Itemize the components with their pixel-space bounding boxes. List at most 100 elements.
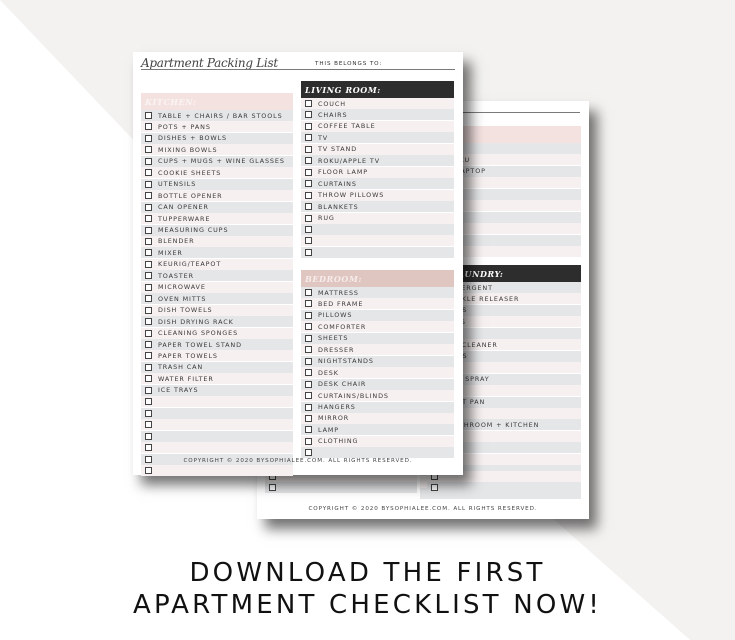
checklist-item-label: DISH TOWELS bbox=[158, 306, 213, 315]
checkbox[interactable] bbox=[145, 134, 152, 142]
checklist-item: LAMP bbox=[301, 424, 454, 436]
checkbox[interactable] bbox=[145, 421, 152, 429]
checklist-item: TABLE + CHAIRS / BAR STOOLS bbox=[141, 110, 293, 121]
checkbox[interactable] bbox=[305, 122, 312, 130]
checkbox[interactable] bbox=[145, 169, 152, 177]
checkbox[interactable] bbox=[145, 375, 152, 383]
checkbox[interactable] bbox=[145, 226, 152, 234]
checkbox[interactable] bbox=[305, 414, 312, 422]
checkbox[interactable] bbox=[305, 191, 312, 199]
checklist-item: CURTAINS bbox=[301, 178, 454, 190]
checkbox[interactable] bbox=[145, 363, 152, 371]
checkbox[interactable] bbox=[305, 248, 312, 256]
checkbox[interactable] bbox=[145, 283, 152, 291]
back-copyright: COPYRIGHT © 2020 BYSOPHIALEE.COM. ALL RI… bbox=[308, 506, 538, 512]
checkbox[interactable] bbox=[305, 180, 312, 188]
checklist-item: ICE TRAYS bbox=[141, 384, 293, 396]
checklist-item-label: PAPER TOWEL STAND bbox=[158, 340, 242, 349]
checkbox[interactable] bbox=[305, 369, 312, 377]
checklist-item: DESK bbox=[301, 367, 454, 379]
checkbox[interactable] bbox=[269, 484, 276, 492]
checkbox[interactable] bbox=[305, 357, 312, 365]
checkbox[interactable] bbox=[145, 249, 152, 257]
checkbox[interactable] bbox=[145, 398, 152, 406]
checklist-item bbox=[301, 246, 454, 258]
checkbox[interactable] bbox=[305, 300, 312, 308]
checklist-item: BOTTLE OPENER bbox=[141, 190, 293, 202]
checklist-item: DISH TOWELS bbox=[141, 304, 293, 316]
checklist-item-label: BLENDER bbox=[158, 237, 195, 246]
checkbox[interactable] bbox=[305, 392, 312, 400]
checklist-item-label: LAMP bbox=[318, 425, 340, 434]
checkbox[interactable] bbox=[145, 329, 152, 337]
checkbox[interactable] bbox=[305, 289, 312, 296]
checklist-item-label: COMFORTER bbox=[318, 322, 367, 331]
checkbox[interactable] bbox=[305, 237, 312, 245]
checkbox[interactable] bbox=[145, 272, 152, 280]
checklist-item-label: PILLOWS bbox=[318, 311, 353, 320]
checklist-item-label: MICROWAVE bbox=[158, 283, 206, 292]
checklist-item: WATER FILTER bbox=[141, 373, 293, 385]
checkbox[interactable] bbox=[145, 146, 152, 154]
checklist-item: THROW PILLOWS bbox=[301, 189, 454, 201]
checkbox[interactable] bbox=[145, 237, 152, 245]
checkbox[interactable] bbox=[145, 386, 152, 394]
checkbox[interactable] bbox=[145, 112, 152, 119]
checkbox[interactable] bbox=[305, 145, 312, 153]
checkbox[interactable] bbox=[305, 334, 312, 342]
checkbox[interactable] bbox=[145, 341, 152, 348]
checklist-item-label: NIGHTSTANDS bbox=[318, 357, 374, 366]
checklist-item: BLANKETS bbox=[301, 201, 454, 213]
checkbox[interactable] bbox=[305, 111, 312, 119]
checkbox[interactable] bbox=[305, 437, 312, 445]
checkbox[interactable] bbox=[305, 449, 312, 457]
checklist-item bbox=[301, 235, 454, 247]
checklist-item: CAN OPENER bbox=[141, 201, 293, 213]
checkbox[interactable] bbox=[145, 260, 152, 268]
checkbox[interactable] bbox=[145, 295, 152, 303]
checklist-item bbox=[301, 447, 454, 459]
checkbox[interactable] bbox=[145, 306, 152, 314]
checkbox[interactable] bbox=[145, 466, 152, 474]
checkbox[interactable] bbox=[145, 157, 152, 165]
checklist-item-label: CURTAINS/BLINDS bbox=[318, 391, 389, 400]
checklist-item: COFFEE TABLE bbox=[301, 120, 454, 132]
checkbox[interactable] bbox=[145, 432, 152, 440]
checkbox[interactable] bbox=[305, 426, 312, 434]
checkbox[interactable] bbox=[145, 318, 152, 326]
checkbox[interactable] bbox=[145, 409, 152, 417]
checkbox[interactable] bbox=[145, 192, 152, 200]
checkbox[interactable] bbox=[145, 123, 152, 131]
checklist-item: DESK CHAIR bbox=[301, 378, 454, 390]
checkbox[interactable] bbox=[145, 203, 152, 211]
checkbox[interactable] bbox=[305, 134, 312, 142]
checkbox[interactable] bbox=[305, 380, 312, 388]
checkbox[interactable] bbox=[305, 311, 312, 319]
checklist-item-label: COFFEE TABLE bbox=[318, 122, 376, 131]
checkbox[interactable] bbox=[305, 403, 312, 411]
checkbox[interactable] bbox=[305, 168, 312, 176]
checkbox[interactable] bbox=[145, 215, 152, 223]
checkbox[interactable] bbox=[305, 225, 312, 233]
checklist-item-label: SHEETS bbox=[318, 334, 349, 343]
checklist-item-label: TV STAND bbox=[318, 145, 358, 154]
checkbox[interactable] bbox=[145, 444, 152, 452]
checklist-item-label: MIXER bbox=[158, 248, 183, 257]
checklist-item: COMFORTER bbox=[301, 321, 454, 333]
checklist-item bbox=[141, 419, 293, 431]
checkbox[interactable] bbox=[145, 180, 152, 188]
checklist-item: MEASURING CUPS bbox=[141, 224, 293, 236]
checkbox[interactable] bbox=[305, 157, 312, 165]
checklist-item-label: POTS + PANS bbox=[158, 122, 211, 131]
checkbox[interactable] bbox=[305, 203, 312, 211]
checkbox[interactable] bbox=[305, 346, 312, 354]
checkbox[interactable] bbox=[305, 100, 312, 107]
checkbox[interactable] bbox=[305, 214, 312, 222]
checklist-item-label: DRESSER bbox=[318, 345, 355, 354]
checkbox[interactable] bbox=[145, 352, 152, 360]
checklist-item-label: DISHES + BOWLS bbox=[158, 134, 228, 143]
checkbox[interactable] bbox=[431, 484, 438, 492]
checklist-item: NIGHTSTANDS bbox=[301, 355, 454, 367]
checkbox[interactable] bbox=[305, 323, 312, 331]
checklist-item-label: PAPER TOWELS bbox=[158, 351, 218, 360]
